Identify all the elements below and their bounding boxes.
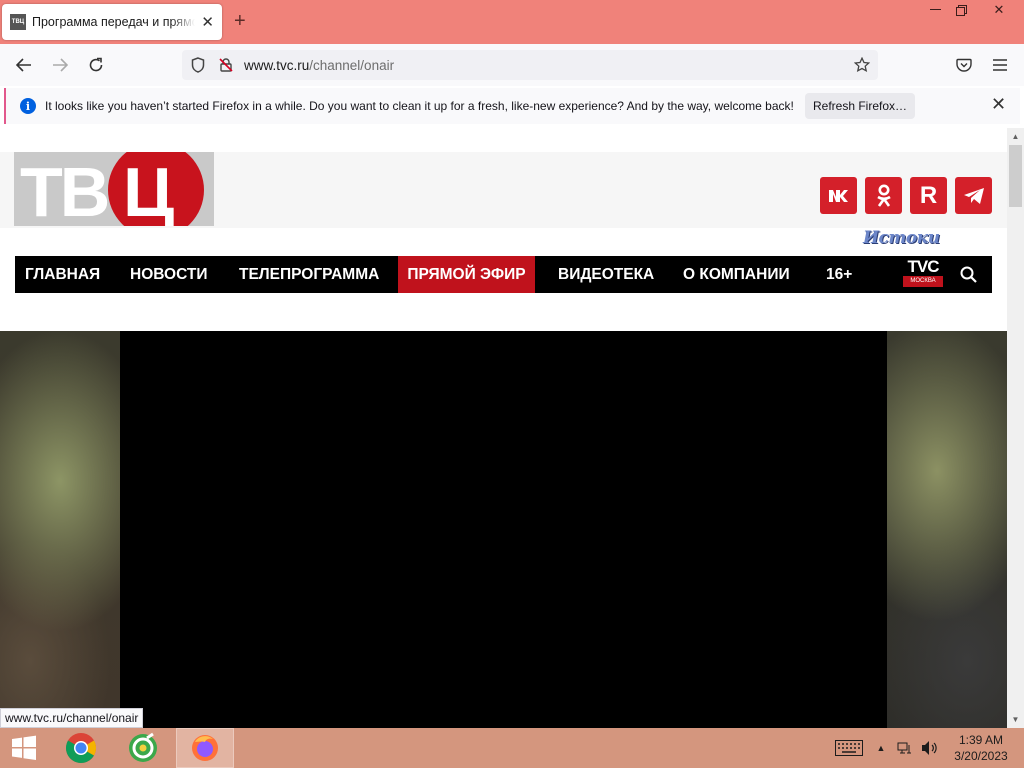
info-icon: i: [20, 98, 36, 114]
odnoklassniki-social-icon[interactable]: [865, 177, 902, 214]
pocket-icon[interactable]: [950, 52, 978, 78]
menu-item-novosti[interactable]: НОВОСТИ: [120, 256, 218, 293]
tab-close-icon[interactable]: ✕: [201, 13, 214, 31]
back-button[interactable]: [10, 52, 38, 78]
title-bar: ТВЦ Программа передач и прямой эфир ✕ + …: [0, 0, 1024, 44]
system-clock[interactable]: 1:39 AM 3/20/2023: [948, 732, 1014, 764]
menu-item-o-kompanii[interactable]: О КОМПАНИИ: [673, 256, 800, 293]
url-domain: www.tvc.ru: [244, 57, 310, 73]
restore-button[interactable]: [944, 0, 978, 20]
refresh-firefox-button[interactable]: Refresh Firefox…: [805, 93, 915, 119]
scroll-up-arrow-icon[interactable]: ▲: [1007, 128, 1024, 145]
blurred-background-right: [887, 331, 1007, 728]
page-scrollbar[interactable]: ▲ ▼: [1007, 128, 1024, 728]
main-menu: ГЛАВНАЯ НОВОСТИ ТЕЛЕПРОГРАММА ПРЯМОЙ ЭФИ…: [15, 256, 992, 293]
svg-text:Ц: Ц: [123, 153, 174, 226]
navigation-toolbar: www.tvc.ru/channel/onair: [0, 44, 1024, 86]
url-path: /channel/onair: [309, 57, 395, 73]
menu-item-videoteka[interactable]: ВИДЕОТЕКА: [548, 256, 664, 293]
blurred-background-left: [0, 331, 120, 728]
browser-tab[interactable]: ТВЦ Программа передач и прямой эфир ✕: [2, 4, 222, 40]
svg-text:ТВ: ТВ: [20, 153, 108, 226]
rutube-social-icon[interactable]: R: [910, 177, 947, 214]
notification-bar: i It looks like you haven’t started Fire…: [4, 88, 1020, 124]
keyboard-icon[interactable]: [832, 728, 866, 768]
taskbar: ▲ 1:39 AM 3/20/2023: [0, 728, 1024, 768]
menu-item-teleprogramma[interactable]: ТЕЛЕПРОГРАММА: [229, 256, 389, 293]
tray-overflow-chevron-icon[interactable]: ▲: [872, 728, 890, 768]
close-window-button[interactable]: ✕: [982, 0, 1016, 20]
tvc-logo-text: TVC: [907, 257, 940, 276]
tab-favicon-icon: ТВЦ: [10, 14, 26, 30]
shield-icon[interactable]: [184, 51, 212, 79]
scroll-down-arrow-icon[interactable]: ▼: [1007, 711, 1024, 728]
volume-icon[interactable]: [918, 728, 942, 768]
bookmark-star-icon[interactable]: [848, 51, 876, 79]
tvc-moskva-logo[interactable]: TVC МОСКВА: [903, 258, 943, 291]
url-text[interactable]: www.tvc.ru/channel/onair: [244, 58, 394, 73]
menu-hamburger-icon[interactable]: [986, 52, 1014, 78]
windows-start-icon[interactable]: [0, 728, 48, 768]
link-status-url: www.tvc.ru/channel/onair: [0, 708, 144, 728]
web-page: ТВ Ц R Истоки ГЛАВНАЯ НОВОСТИ ТЕЛЕПРОГРА…: [0, 128, 1007, 728]
menu-item-glavnaya[interactable]: ГЛАВНАЯ: [15, 256, 110, 293]
video-player[interactable]: [120, 331, 887, 728]
network-icon[interactable]: [894, 728, 916, 768]
chrome-icon[interactable]: [52, 728, 110, 768]
search-icon[interactable]: [959, 265, 979, 285]
forward-button[interactable]: [46, 52, 74, 78]
360-browser-icon[interactable]: [114, 728, 172, 768]
reload-button[interactable]: [82, 52, 110, 78]
istoki-logo[interactable]: Истоки: [863, 228, 940, 248]
menu-item-pryamoy-efir[interactable]: ПРЯМОЙ ЭФИР: [398, 256, 535, 293]
vk-social-icon[interactable]: [820, 177, 857, 214]
clock-time: 1:39 AM: [958, 733, 1004, 747]
firefox-taskbar-icon[interactable]: [176, 728, 234, 768]
tvc-logo-subtext: МОСКВА: [903, 276, 943, 287]
notification-message: It looks like you haven’t started Firefo…: [45, 99, 794, 113]
telegram-social-icon[interactable]: [955, 177, 992, 214]
notification-close-icon[interactable]: ✕: [991, 94, 1006, 115]
tab-title: Программа передач и прямой эфир: [32, 15, 196, 29]
live-video-section: [0, 331, 1007, 728]
address-bar[interactable]: www.tvc.ru/channel/onair: [182, 50, 878, 80]
clock-date: 3/20/2023: [954, 749, 1008, 763]
new-tab-button[interactable]: +: [234, 10, 246, 33]
tvc-main-logo[interactable]: ТВ Ц: [14, 142, 214, 238]
insecure-lock-icon[interactable]: [212, 51, 240, 79]
scrollbar-thumb[interactable]: [1009, 145, 1022, 207]
menu-item-age-rating: 16+: [826, 265, 853, 283]
